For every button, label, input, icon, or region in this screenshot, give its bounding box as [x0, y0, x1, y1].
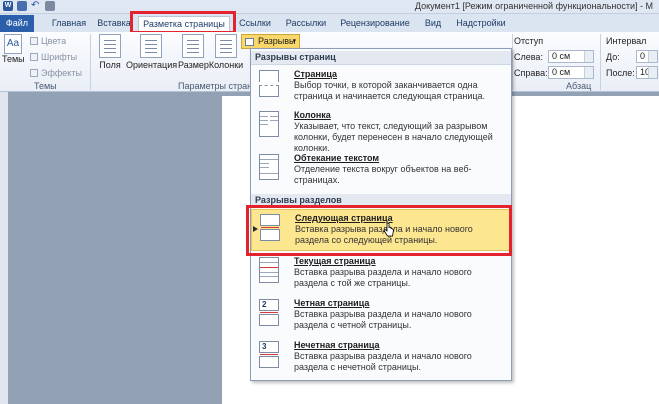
page-setup-group-label: Параметры страни: [178, 81, 258, 91]
margins-icon: [99, 34, 121, 58]
text-wrap-icon: [257, 154, 281, 184]
chevron-down-icon: ▾: [292, 38, 296, 45]
indent-right-field[interactable]: 0 см: [548, 66, 594, 79]
title-bar: W ↶ Документ1 [Режим ограниченной функци…: [0, 0, 659, 14]
menu-item-odd-page[interactable]: 3 Нечетная страница Вставка разрыва разд…: [251, 337, 511, 379]
spacing-before-field[interactable]: 0: [636, 50, 658, 63]
save-icon[interactable]: [17, 1, 27, 11]
colors-icon: [30, 37, 38, 45]
fonts-button[interactable]: Шрифты: [30, 52, 77, 62]
group-divider: [90, 34, 91, 90]
indent-label: Отступ: [514, 36, 544, 46]
menu-item-even-page[interactable]: 2 Четная страница Вставка разрыва раздел…: [251, 295, 511, 337]
tab-addins[interactable]: Надстройки: [452, 16, 510, 32]
menu-item-page-break[interactable]: Страница Выбор точки, в которой заканчив…: [251, 66, 511, 106]
indent-left-field[interactable]: 0 см: [548, 50, 594, 63]
fonts-icon: [30, 53, 38, 61]
tab-file[interactable]: Файл: [0, 15, 34, 32]
undo-icon[interactable]: ↶: [31, 1, 41, 11]
word-icon[interactable]: W: [3, 1, 13, 11]
effects-button[interactable]: Эффекты: [30, 68, 82, 78]
paragraph-group-label: Абзац: [566, 81, 592, 91]
orientation-icon: [140, 34, 162, 58]
indent-left-label: Слева:: [514, 52, 543, 62]
window-title: Документ1 [Режим ограниченной функционал…: [414, 1, 653, 11]
menu-item-continuous[interactable]: Текущая страница Вставка разрыва раздела…: [251, 253, 511, 295]
continuous-icon: [257, 257, 281, 287]
tab-view[interactable]: Вид: [420, 16, 446, 32]
highlight-frame-next-page: [246, 205, 512, 256]
themes-button-label: Темы: [2, 54, 25, 64]
columns-icon: [215, 34, 237, 58]
group-divider: [600, 34, 601, 90]
effects-icon: [30, 69, 38, 77]
colors-button[interactable]: Цвета: [30, 36, 66, 46]
ribbon-tab-bar: Файл Главная Вставка Разметка страницы С…: [0, 14, 659, 32]
spacing-before-label: До:: [606, 52, 620, 62]
print-icon[interactable]: [45, 1, 55, 11]
breaks-icon: [245, 38, 254, 46]
tab-references[interactable]: Ссылки: [236, 16, 274, 32]
orientation-button[interactable]: Ориентация: [126, 34, 177, 70]
column-break-icon: [257, 111, 281, 141]
tab-review[interactable]: Рецензирование: [338, 16, 412, 32]
indent-right-label: Справа:: [514, 68, 548, 78]
spacing-after-field[interactable]: 10: [636, 66, 658, 79]
menu-item-text-wrapping[interactable]: Обтекание текстом Отделение текста вокру…: [251, 150, 511, 192]
size-button[interactable]: Размер: [178, 34, 209, 70]
spacing-label: Интервал: [606, 36, 647, 46]
columns-button[interactable]: Колонки: [208, 34, 244, 70]
menu-item-column-break[interactable]: Колонка Указывает, что текст, следующий …: [251, 107, 511, 153]
margins-button[interactable]: Поля: [96, 34, 124, 70]
themes-icon: Aa: [4, 34, 22, 54]
tab-mailings[interactable]: Рассылки: [283, 16, 329, 32]
quick-access-toolbar: W ↶: [3, 1, 55, 11]
themes-group-label: Темы: [34, 81, 57, 91]
menu-section-page-breaks: Разрывы страниц: [251, 51, 511, 65]
group-divider: [512, 34, 513, 90]
spacing-after-label: После:: [606, 68, 635, 78]
even-page-icon: 2: [257, 299, 281, 329]
size-icon: [182, 34, 204, 58]
page-break-icon: [257, 70, 281, 100]
themes-button[interactable]: Aa Темы: [2, 34, 25, 64]
odd-page-icon: 3: [257, 341, 281, 371]
highlight-frame-tab: [130, 11, 236, 34]
left-ruler: [0, 92, 8, 404]
mouse-cursor-icon: [383, 222, 394, 237]
breaks-button[interactable]: Разрывы ▾: [241, 34, 300, 49]
tab-home[interactable]: Главная: [44, 16, 94, 32]
